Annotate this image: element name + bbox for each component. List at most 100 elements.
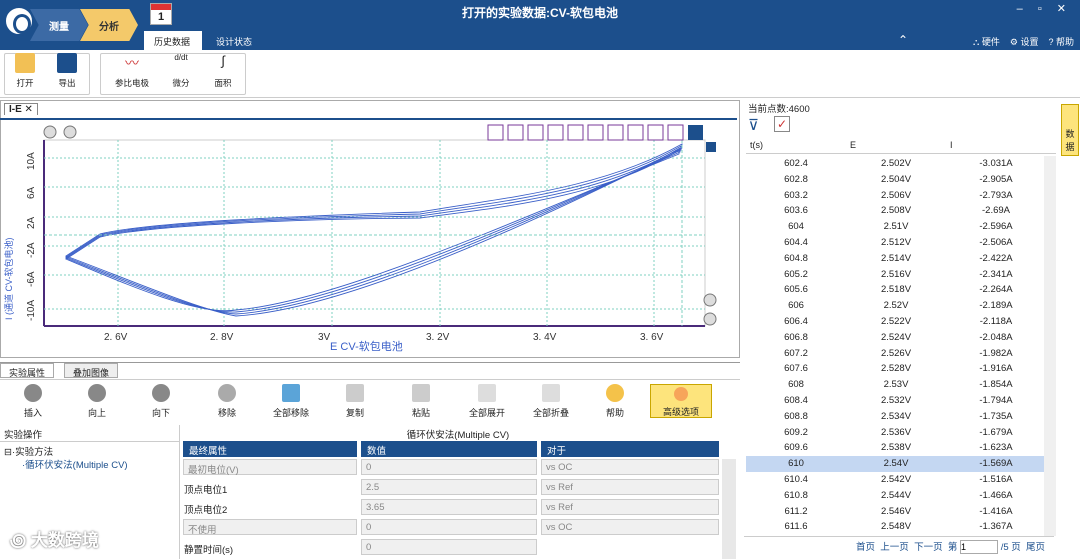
param-value[interactable]: 0 bbox=[361, 519, 537, 535]
export-button[interactable]: 导出 bbox=[54, 53, 80, 89]
curve-tool-icon[interactable] bbox=[547, 124, 564, 141]
checklist-icon[interactable]: ✓ bbox=[774, 116, 790, 132]
param-value[interactable]: 0 bbox=[361, 459, 537, 475]
tab-properties[interactable]: 实验属性 bbox=[0, 363, 55, 378]
table-row[interactable]: 610.4 2.542V -1.516A bbox=[746, 472, 1044, 488]
param-value[interactable]: 3.65 bbox=[361, 499, 537, 515]
collapse-ribbon-icon[interactable]: ⌃ bbox=[898, 33, 908, 47]
param-reference[interactable]: vs Ref bbox=[541, 479, 719, 495]
integral-button[interactable]: ∫ 面积 bbox=[210, 53, 236, 89]
table-row[interactable]: 611.6 2.548V -1.367A bbox=[746, 519, 1044, 535]
peak-tool-icon[interactable] bbox=[567, 124, 584, 141]
move-up-button[interactable]: 向上 bbox=[72, 384, 122, 419]
zoom-out-y-icon[interactable] bbox=[703, 312, 717, 326]
cv-chart[interactable]: 2. 6V 2. 8V 3V 3. 2V 3. 4V 3. 6V 10A 6A 2A -2A -6… bbox=[0, 120, 737, 356]
table-row[interactable]: 606 2.52V -2.189A bbox=[746, 298, 1044, 314]
table-row[interactable]: 610.8 2.544V -1.466A bbox=[746, 488, 1044, 504]
next-page-link[interactable]: 下一页 bbox=[914, 542, 943, 553]
table-row[interactable]: 602.8 2.504V -2.905A bbox=[746, 172, 1044, 188]
ref-electrode-button[interactable]: 〰参比电极 bbox=[112, 53, 152, 89]
param-value[interactable]: 2.5 bbox=[361, 479, 537, 495]
cell-time: 604.8 bbox=[784, 252, 808, 264]
tab-overlay[interactable]: 叠加图像 bbox=[64, 363, 119, 378]
param-reference[interactable]: vs Ref bbox=[541, 499, 719, 515]
table-row[interactable]: 603.6 2.508V -2.69A bbox=[746, 203, 1044, 219]
move-down-button[interactable]: 向下 bbox=[136, 384, 186, 419]
zoom-fit-icon[interactable] bbox=[487, 124, 504, 141]
remove-button[interactable]: 移除 bbox=[202, 384, 252, 419]
derivative-button[interactable]: d/dt 微分 bbox=[168, 53, 194, 89]
watermark-text: 大数跨境 bbox=[30, 531, 99, 550]
table-row[interactable]: 608.4 2.532V -1.794A bbox=[746, 393, 1044, 409]
param-name[interactable]: 不使用 bbox=[183, 519, 357, 536]
table-scrollbar[interactable] bbox=[1044, 156, 1056, 536]
cell-current: -3.031A bbox=[979, 158, 1013, 169]
advanced-button[interactable]: 高级选项 bbox=[650, 384, 712, 418]
copy-button[interactable]: 复制 bbox=[330, 384, 380, 419]
cell-current: -2.189A bbox=[979, 300, 1013, 312]
hardware-menu[interactable]: ⛬ 硬件 bbox=[973, 35, 1000, 48]
filter-icon[interactable]: ⊽ bbox=[748, 116, 759, 134]
param-reference[interactable]: vs OC bbox=[541, 459, 719, 475]
zoom-out-icon[interactable] bbox=[63, 125, 77, 139]
expand-all-button[interactable]: 全部展开 bbox=[462, 384, 512, 419]
tree-item-multiple-cv[interactable]: ·循环伏安法(Multiple CV) bbox=[22, 457, 128, 471]
collapse-all-button[interactable]: 全部折叠 bbox=[526, 384, 576, 419]
param-value[interactable]: 0 bbox=[361, 539, 537, 555]
remove-all-button[interactable]: 全部移除 bbox=[266, 384, 316, 419]
table-row[interactable]: 607.2 2.526V -1.982A bbox=[746, 346, 1044, 362]
y-tick-label: -2A bbox=[26, 242, 37, 258]
open-button[interactable]: 打开 bbox=[12, 53, 38, 89]
prev-page-link[interactable]: 上一页 bbox=[880, 542, 909, 553]
table-row[interactable]: 607.6 2.528V -1.916A bbox=[746, 361, 1044, 377]
table-row[interactable]: 604.8 2.514V -2.422A bbox=[746, 251, 1044, 267]
cell-potential: 2.548V bbox=[880, 521, 912, 533]
zoom-in-icon[interactable] bbox=[43, 125, 57, 139]
grid-scrollbar[interactable] bbox=[722, 459, 736, 559]
table-row[interactable]: 602.4 2.502V -3.031A bbox=[746, 156, 1044, 172]
zoom-in-y-icon[interactable] bbox=[703, 293, 717, 307]
table-row[interactable]: 608 2.53V -1.854A bbox=[746, 377, 1044, 393]
table-row[interactable]: 606.8 2.524V -2.048A bbox=[746, 330, 1044, 346]
data-side-tab[interactable]: 数据 bbox=[1061, 104, 1079, 156]
page-input[interactable] bbox=[960, 540, 999, 554]
param-reference[interactable]: vs OC bbox=[541, 519, 719, 535]
tree-method[interactable]: ⊟·实验方法 bbox=[4, 444, 53, 458]
x-cursor-icon[interactable] bbox=[607, 124, 624, 141]
last-page-link[interactable]: 尾页 bbox=[1026, 542, 1045, 553]
slope-tool-icon[interactable] bbox=[527, 124, 544, 141]
param-name[interactable]: 最初电位(V) bbox=[183, 459, 357, 476]
help-button[interactable]: 帮助 bbox=[590, 384, 640, 419]
table-row[interactable]: 608.8 2.534V -1.735A bbox=[746, 409, 1044, 425]
color-bar-icon[interactable] bbox=[667, 124, 684, 141]
cell-current: -1.982A bbox=[979, 347, 1013, 359]
cell-current: -1.416A bbox=[979, 505, 1013, 517]
paste-button[interactable]: 粘贴 bbox=[396, 384, 446, 419]
help-menu[interactable]: ? 帮助 bbox=[1048, 35, 1074, 48]
table-row[interactable]: 603.2 2.506V -2.793A bbox=[746, 188, 1044, 204]
insert-button[interactable]: 插入 bbox=[8, 384, 58, 419]
save-icon bbox=[57, 53, 77, 73]
table-row[interactable]: 611.2 2.546V -1.416A bbox=[746, 504, 1044, 520]
table-row[interactable]: 605.6 2.518V -2.264A bbox=[746, 282, 1044, 298]
table-row[interactable]: 604.4 2.512V -2.506A bbox=[746, 235, 1044, 251]
save-plot-icon[interactable] bbox=[688, 125, 703, 140]
table-row[interactable]: 609.2 2.536V -1.679A bbox=[746, 425, 1044, 441]
settings-menu[interactable]: ⚙ 设置 bbox=[1010, 35, 1039, 48]
tab-design[interactable]: 设计状态 bbox=[206, 31, 262, 50]
line-tool-icon[interactable] bbox=[507, 124, 524, 141]
table-row[interactable]: 605.2 2.516V -2.341A bbox=[746, 267, 1044, 283]
first-page-link[interactable]: 首页 bbox=[856, 542, 875, 553]
table-row[interactable]: 606.4 2.522V -2.118A bbox=[746, 314, 1044, 330]
xy-cursor-icon[interactable] bbox=[647, 124, 664, 141]
window-controls[interactable]: – ▫ ✕ bbox=[1017, 2, 1072, 15]
table-row[interactable]: 610 2.54V -1.569A bbox=[746, 456, 1044, 472]
y-cursor-icon[interactable] bbox=[627, 124, 644, 141]
table-row[interactable]: 604 2.51V -2.596A bbox=[746, 219, 1044, 235]
plot-tab[interactable]: I-E ✕ bbox=[4, 103, 38, 115]
table-row[interactable]: 609.6 2.538V -1.623A bbox=[746, 440, 1044, 456]
marker-tool-icon[interactable] bbox=[587, 124, 604, 141]
tab-history[interactable]: 历史数据 bbox=[144, 31, 202, 50]
cell-time: 602.8 bbox=[784, 173, 808, 185]
cell-current: -2.341A bbox=[979, 268, 1013, 280]
